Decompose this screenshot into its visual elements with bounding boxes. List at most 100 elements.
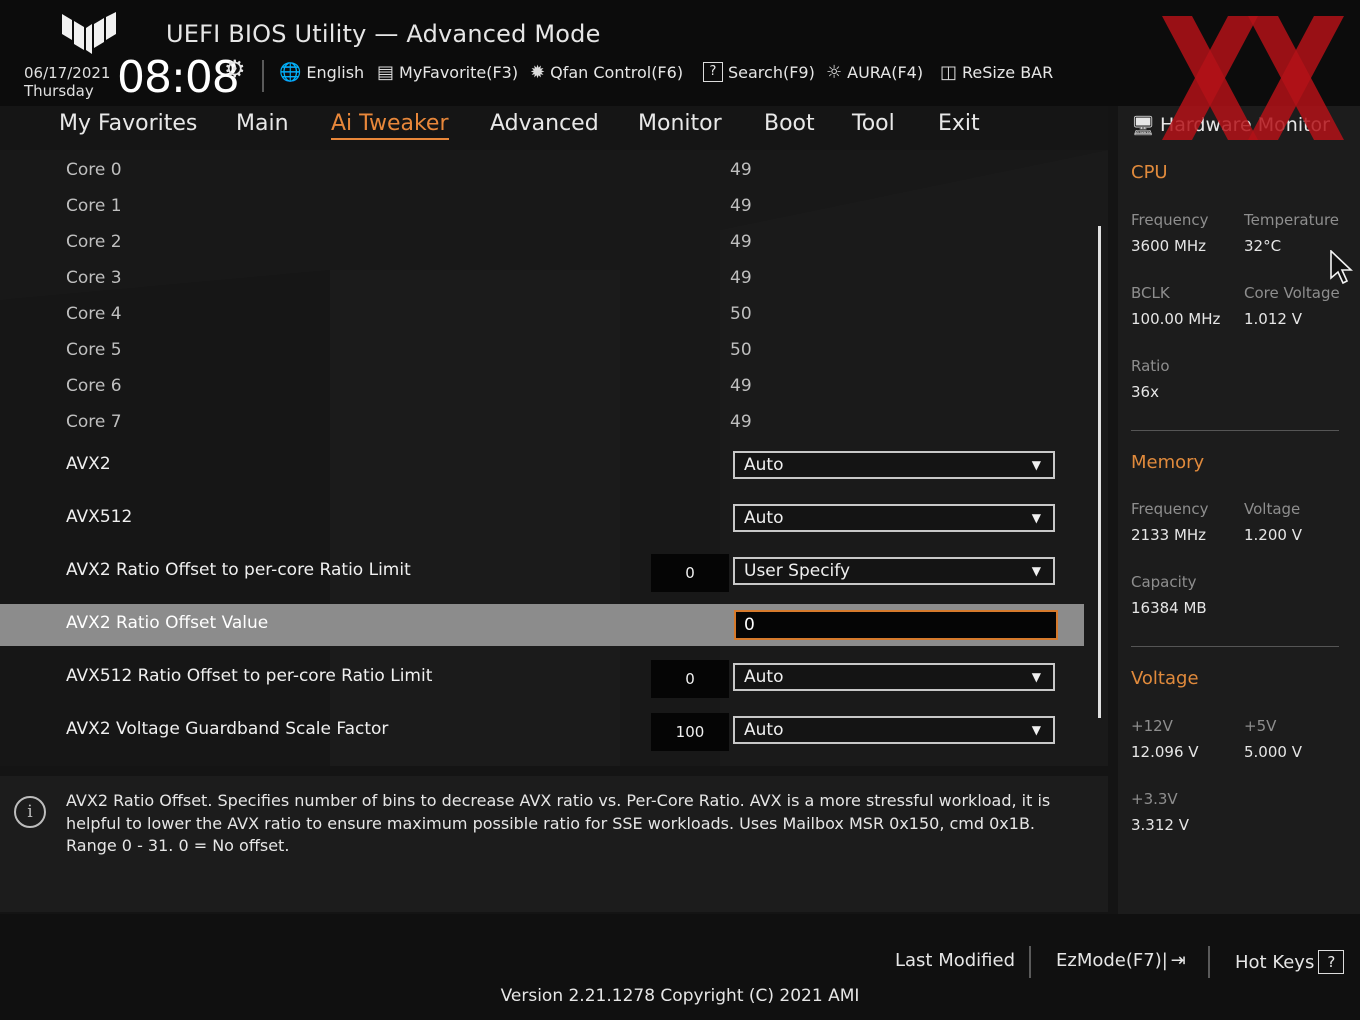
voltage-12v-value: 12.096 V bbox=[1131, 743, 1199, 761]
avx2-selected: Auto bbox=[744, 455, 784, 475]
footer-divider bbox=[1029, 946, 1031, 978]
tab-advanced[interactable]: Advanced bbox=[490, 111, 599, 136]
myfavorite-button[interactable]: ▤ MyFavorite(F3) bbox=[377, 62, 518, 83]
settings-panel: Core 0 49 Core 1 49 Core 2 49 Core 3 49 … bbox=[0, 150, 1108, 766]
core-2-label: Core 2 bbox=[66, 232, 122, 252]
aura-light-icon: ☼ bbox=[826, 62, 843, 83]
ezmode-button[interactable]: EzMode(F7)| ⇥ bbox=[1056, 950, 1186, 971]
avx2-ratio-offset-limit-dropdown[interactable]: User Specify ▼ bbox=[733, 557, 1055, 585]
memory-frequency-label: Frequency bbox=[1131, 500, 1209, 518]
hwm-voltage-section: Voltage bbox=[1131, 668, 1199, 689]
avx2-ratio-offset-value-input[interactable]: 0 bbox=[734, 610, 1058, 640]
core-3-label: Core 3 bbox=[66, 268, 122, 288]
tab-exit[interactable]: Exit bbox=[938, 111, 980, 136]
clock-display: 08:08 bbox=[117, 52, 240, 103]
memory-voltage-value: 1.200 V bbox=[1244, 526, 1302, 544]
resize-bar-icon: ◫ bbox=[940, 62, 958, 83]
tab-ai-tweaker[interactable]: Ai Tweaker bbox=[331, 111, 449, 140]
avx2-voltage-guardband-selected: Auto bbox=[744, 720, 784, 740]
help-info-text: AVX2 Ratio Offset. Specifies number of b… bbox=[66, 791, 1051, 855]
myfavorite-label: MyFavorite(F3) bbox=[399, 63, 519, 82]
globe-icon: 🌐 bbox=[279, 62, 302, 83]
core-7-label: Core 7 bbox=[66, 412, 122, 432]
avx2-voltage-guardband-dropdown[interactable]: Auto ▼ bbox=[733, 716, 1055, 744]
hwm-cpu-section: CPU bbox=[1131, 162, 1168, 183]
hot-keys-button[interactable]: Hot Keys ? bbox=[1235, 950, 1345, 974]
ezmode-label: EzMode(F7)| bbox=[1056, 950, 1168, 971]
avx2-dropdown[interactable]: Auto ▼ bbox=[733, 451, 1055, 479]
search-button[interactable]: ? Search(F9) bbox=[703, 62, 815, 82]
qfan-label: Qfan Control(F6) bbox=[550, 63, 684, 82]
cpu-bclk-label: BCLK bbox=[1131, 284, 1170, 302]
cpu-temperature-label: Temperature bbox=[1244, 211, 1340, 229]
language-button[interactable]: 🌐 English bbox=[279, 62, 364, 83]
core-4-label: Core 4 bbox=[66, 304, 122, 324]
core-5-label: Core 5 bbox=[66, 340, 122, 360]
xx-watermark-logo bbox=[1162, 16, 1344, 140]
chevron-down-icon: ▼ bbox=[1031, 511, 1041, 525]
core-6-value: 49 bbox=[730, 376, 752, 396]
settings-scrollbar[interactable] bbox=[1098, 226, 1101, 718]
search-label: Search(F9) bbox=[728, 62, 815, 82]
chevron-down-icon: ▼ bbox=[1031, 564, 1041, 578]
hwm-memory-section: Memory bbox=[1131, 452, 1205, 473]
chevron-down-icon: ▼ bbox=[1031, 723, 1041, 737]
avx512-dropdown[interactable]: Auto ▼ bbox=[733, 504, 1055, 532]
tab-main[interactable]: Main bbox=[236, 111, 289, 136]
chevron-down-icon: ▼ bbox=[1031, 458, 1041, 472]
core-5-value: 50 bbox=[730, 340, 752, 360]
tab-my-favorites[interactable]: My Favorites bbox=[59, 111, 197, 136]
avx512-label: AVX512 bbox=[66, 507, 133, 527]
fan-icon: ✹ bbox=[530, 62, 546, 83]
cpu-ratio-value: 36x bbox=[1131, 383, 1159, 401]
cpu-ratio-label: Ratio bbox=[1131, 357, 1170, 375]
core-0-label: Core 0 bbox=[66, 160, 122, 180]
monitor-icon: 🖥 bbox=[1131, 115, 1156, 137]
tab-tool[interactable]: Tool bbox=[852, 111, 895, 136]
tab-boot[interactable]: Boot bbox=[764, 111, 815, 136]
exit-arrow-icon: ⇥ bbox=[1170, 950, 1186, 971]
memory-frequency-value: 2133 MHz bbox=[1131, 526, 1207, 544]
aura-label: AURA(F4) bbox=[847, 63, 924, 82]
core-0-value: 49 bbox=[730, 160, 752, 180]
date-display: 06/17/2021 bbox=[24, 64, 111, 82]
resize-bar-button[interactable]: ◫ ReSize BAR bbox=[940, 62, 1053, 83]
core-4-value: 50 bbox=[730, 304, 752, 324]
last-modified-button[interactable]: Last Modified bbox=[895, 950, 1015, 971]
core-1-value: 49 bbox=[730, 196, 752, 216]
version-text: Version 2.21.1278 Copyright (C) 2021 AMI bbox=[500, 986, 860, 1006]
tuf-logo-icon bbox=[62, 12, 116, 54]
avx2-voltage-guardband-label: AVX2 Voltage Guardband Scale Factor bbox=[66, 719, 389, 739]
day-display: Thursday bbox=[24, 82, 94, 100]
qfan-control-button[interactable]: ✹ Qfan Control(F6) bbox=[530, 62, 683, 83]
info-icon: i bbox=[14, 796, 46, 828]
help-icon: ? bbox=[1318, 950, 1345, 974]
cpu-frequency-value: 3600 MHz bbox=[1131, 237, 1207, 255]
avx2-voltage-guardband-current: 100 bbox=[651, 713, 729, 751]
avx512-selected: Auto bbox=[744, 508, 784, 528]
avx2-ratio-offset-limit-current: 0 bbox=[651, 554, 729, 592]
memory-capacity-value: 16384 MB bbox=[1131, 599, 1207, 617]
mouse-cursor-icon bbox=[1330, 250, 1354, 285]
cpu-core-voltage-value: 1.012 V bbox=[1244, 310, 1302, 328]
hwm-divider bbox=[1131, 646, 1339, 647]
clock-settings-gear-icon[interactable]: ⚙ bbox=[224, 55, 246, 83]
avx512-ratio-offset-limit-selected: Auto bbox=[744, 667, 784, 687]
voltage-12v-label: +12V bbox=[1131, 717, 1173, 735]
search-help-icon: ? bbox=[703, 62, 723, 82]
favorite-icon: ▤ bbox=[377, 62, 395, 83]
tab-monitor[interactable]: Monitor bbox=[638, 111, 722, 136]
app-title: UEFI BIOS Utility — Advanced Mode bbox=[166, 20, 601, 48]
aura-button[interactable]: ☼ AURA(F4) bbox=[826, 62, 923, 83]
cpu-frequency-label: Frequency bbox=[1131, 211, 1209, 229]
avx512-ratio-offset-limit-dropdown[interactable]: Auto ▼ bbox=[733, 663, 1055, 691]
avx512-ratio-offset-limit-current: 0 bbox=[651, 660, 729, 698]
resize-bar-label: ReSize BAR bbox=[962, 63, 1054, 82]
cpu-core-voltage-label: Core Voltage bbox=[1244, 284, 1340, 302]
footer-divider bbox=[1208, 946, 1210, 978]
language-label: English bbox=[306, 63, 365, 82]
core-3-value: 49 bbox=[730, 268, 752, 288]
hot-keys-label: Hot Keys bbox=[1235, 951, 1315, 973]
chevron-down-icon: ▼ bbox=[1031, 670, 1041, 684]
voltage-5v-value: 5.000 V bbox=[1244, 743, 1302, 761]
